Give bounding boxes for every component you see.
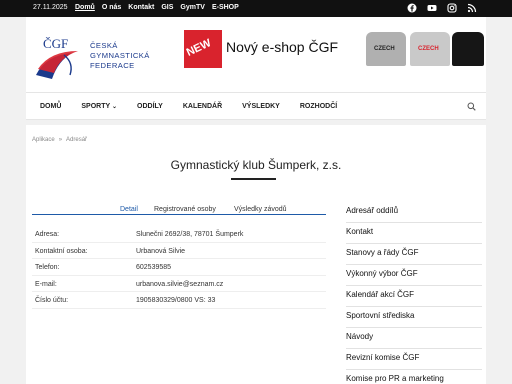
top-nav-gis[interactable]: GIS xyxy=(161,4,173,11)
shirt-image-light: CZECH xyxy=(410,32,450,66)
top-bar: 27.11.2025 Domů O nás Kontakt GIS GymTV … xyxy=(0,0,512,17)
instagram-icon[interactable] xyxy=(447,3,457,13)
top-nav-home[interactable]: Domů xyxy=(75,4,95,11)
social-links xyxy=(407,3,477,13)
shirt-image-grey: CZECH xyxy=(366,32,406,66)
breadcrumb-separator: » xyxy=(58,137,63,143)
new-badge: NEW xyxy=(184,30,222,68)
info-label: Číslo účtu: xyxy=(35,297,69,304)
nav-results[interactable]: VÝSLEDKY xyxy=(242,103,280,110)
current-date: 27.11.2025 xyxy=(33,4,68,11)
tab-detail[interactable]: Detail xyxy=(120,206,138,213)
content-area: Aplikace » Adresář Gymnastický klub Šump… xyxy=(26,125,486,384)
eshop-banner[interactable]: NEW Nový e-shop ČGF CZECH CZECH xyxy=(184,30,486,68)
site-header: ČGF ČESKÁ GYMNASTICKÁ FEDERACE NEW Nový … xyxy=(26,17,486,92)
nav-calendar[interactable]: KALENDÁŘ xyxy=(183,103,222,110)
sidebar-item-pr-marketing[interactable]: Komise pro PR a marketing xyxy=(346,370,482,384)
federation-name: ČESKÁ GYMNASTICKÁ FEDERACE xyxy=(90,41,150,71)
detail-tabs: Detail Registrované osoby Výsledky závod… xyxy=(32,205,326,215)
banner-title: Nový e-shop ČGF xyxy=(226,39,339,55)
sidebar-item-club-directory[interactable]: Adresář oddílů xyxy=(346,202,482,223)
top-nav-about[interactable]: O nás xyxy=(102,4,121,11)
info-value[interactable]: urbanova.silvie@seznam.cz xyxy=(136,281,223,288)
info-value: 602539585 xyxy=(136,264,172,271)
info-row-address: Adresa: Slunečni 2692/38, 78701 Šumperk xyxy=(32,226,326,243)
nav-judges[interactable]: ROZHODČÍ xyxy=(300,103,337,110)
shirt-image-black xyxy=(452,32,484,66)
chevron-down-icon: ⌄ xyxy=(112,104,118,110)
svg-text:CZECH: CZECH xyxy=(374,46,395,52)
page-title: Gymnastický klub Šumperk, z.s. xyxy=(170,158,342,172)
svg-text:ČGF: ČGF xyxy=(43,36,68,51)
breadcrumb: Aplikace » Adresář xyxy=(32,137,87,143)
club-info-table: Adresa: Slunečni 2692/38, 78701 Šumperk … xyxy=(32,226,326,309)
federation-name-line2: GYMNASTICKÁ xyxy=(90,51,150,60)
info-row-account: Číslo účtu: 1905830329/0800 VS: 33 xyxy=(32,292,326,309)
nav-clubs[interactable]: ODDÍLY xyxy=(137,103,163,110)
breadcrumb-apps[interactable]: Aplikace xyxy=(32,137,55,143)
new-badge-text: NEW xyxy=(184,37,214,59)
sidebar-item-guides[interactable]: Návody xyxy=(346,328,482,349)
cgf-logo[interactable]: ČGF xyxy=(32,35,87,83)
info-row-contact-person: Kontaktní osoba: Urbanová Silvie xyxy=(32,243,326,259)
info-label: E-mail: xyxy=(35,280,57,288)
main-nav: DOMŮ SPORTY ⌄ ODDÍLY KALENDÁŘ VÝSLEDKY R… xyxy=(26,92,486,120)
federation-name-line1: ČESKÁ xyxy=(90,41,118,50)
sidebar-item-statutes[interactable]: Stanovy a řády ČGF xyxy=(346,244,482,265)
top-nav-contact[interactable]: Kontakt xyxy=(128,4,154,11)
sidebar-item-contact[interactable]: Kontakt xyxy=(346,223,482,244)
tab-competition-results[interactable]: Výsledky závodů xyxy=(234,206,287,213)
nav-sports-label: SPORTY xyxy=(81,103,111,110)
info-row-phone: Telefon: 602539585 xyxy=(32,259,326,276)
facebook-icon[interactable] xyxy=(407,3,417,13)
info-value: Slunečni 2692/38, 78701 Šumperk xyxy=(136,231,244,238)
info-label: Adresa: xyxy=(35,231,60,238)
info-label: Kontaktní osoba: xyxy=(35,247,88,255)
federation-name-line3: FEDERACE xyxy=(90,61,135,70)
top-nav-gymtv[interactable]: GymTV xyxy=(180,4,205,11)
title-underline xyxy=(231,178,276,180)
top-nav: Domů O nás Kontakt GIS GymTV E-SHOP xyxy=(75,4,239,11)
breadcrumb-directory[interactable]: Adresář xyxy=(66,137,87,143)
svg-text:CZECH: CZECH xyxy=(418,46,439,52)
top-nav-eshop[interactable]: E-SHOP xyxy=(212,4,239,11)
info-row-email: E-mail: urbanova.silvie@seznam.cz xyxy=(32,276,326,292)
sidebar-menu: Adresář oddílů Kontakt Stanovy a řády ČG… xyxy=(346,202,482,384)
sidebar-item-events-calendar[interactable]: Kalendář akcí ČGF xyxy=(346,286,482,307)
sidebar-item-audit-committee[interactable]: Revizní komise ČGF xyxy=(346,349,482,370)
info-value: Urbanová Silvie xyxy=(136,247,186,255)
youtube-icon[interactable] xyxy=(427,3,437,13)
tab-registered-persons[interactable]: Registrované osoby xyxy=(154,206,216,213)
search-icon[interactable] xyxy=(467,102,476,111)
rss-icon[interactable] xyxy=(467,3,477,13)
sidebar-item-executive-committee[interactable]: Výkonný výbor ČGF xyxy=(346,265,482,286)
sidebar-item-sport-centers[interactable]: Sportovní střediska xyxy=(346,307,482,328)
info-label: Telefon: xyxy=(35,264,60,271)
nav-sports[interactable]: SPORTY ⌄ xyxy=(81,103,117,110)
nav-home[interactable]: DOMŮ xyxy=(40,103,61,110)
info-value: 1905830329/0800 VS: 33 xyxy=(136,297,216,304)
